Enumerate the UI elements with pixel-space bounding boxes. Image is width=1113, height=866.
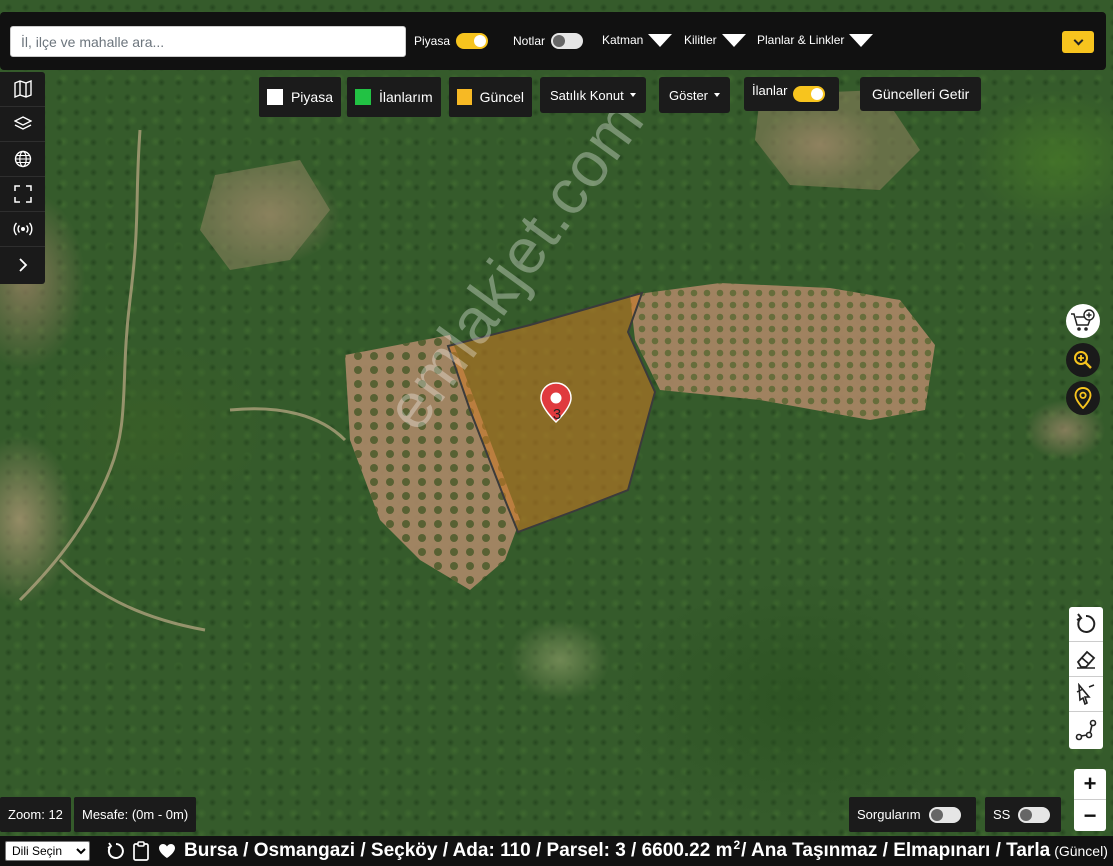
chevron-right-icon [18, 257, 27, 272]
undo-icon [1076, 613, 1096, 633]
sorgularim-toggle[interactable] [928, 806, 961, 823]
legend-ilanlarim-swatch [355, 89, 371, 105]
measure-line-icon [1075, 719, 1097, 740]
legend-ilanlarim[interactable]: İlanlarım [347, 77, 441, 117]
zoom-in-icon [1074, 351, 1092, 369]
measure-point-button[interactable] [1069, 677, 1103, 712]
cart-add-icon [1071, 309, 1095, 331]
heart-icon [159, 844, 175, 858]
satilik-konut-dropdown[interactable]: Satılık Konut [540, 77, 646, 113]
measure-point-icon [1076, 683, 1095, 705]
parcel-address-main: Bursa / Osmangazi / Seçköy / Ada: 110 / … [184, 840, 733, 861]
guncelleri-getir-button[interactable]: Güncelleri Getir [860, 77, 982, 111]
broadcast-button[interactable] [0, 212, 45, 247]
katman-caret-icon [648, 33, 673, 47]
legend-guncel[interactable]: Güncel [449, 77, 532, 117]
planlar-caret-icon [849, 33, 874, 47]
piyasa-toggle-label: Piyasa [414, 34, 451, 48]
ss-label: SS [993, 807, 1011, 822]
legend-piyasa-swatch [267, 89, 283, 105]
parcel-address-note: (Güncel) [1054, 843, 1108, 859]
eraser-button[interactable] [1069, 642, 1103, 677]
legend-guncel-swatch [457, 89, 472, 105]
chevron-down-icon [1073, 35, 1083, 46]
zoom-control: + − [1074, 769, 1106, 831]
notlar-toggle[interactable] [551, 33, 584, 49]
legend-guncel-label: Güncel [479, 89, 524, 105]
map-type-button[interactable] [0, 72, 45, 107]
zoom-in-button[interactable]: + [1074, 769, 1106, 800]
top-bar: Piyasa Notlar Katman Kilitler Planlar & … [0, 12, 1106, 70]
goster-label: Göster [669, 87, 709, 103]
distance-text: Mesafe: (0m - 0m) [82, 807, 189, 822]
language-select[interactable]: Dili Seçin [5, 841, 90, 861]
parcel-address-rest: / Ana Taşınmaz / Elmapınarı / Tarla [741, 840, 1051, 861]
parcel-address-sup: 2 [733, 838, 741, 852]
satilik-konut-caret-icon [629, 93, 636, 97]
refresh-icon [107, 842, 124, 859]
fullscreen-button[interactable] [0, 177, 45, 212]
piyasa-toggle[interactable] [456, 33, 489, 49]
bottom-bar: Dili Seçin Bursa / Osmangazi / Seçköy / … [0, 836, 1113, 866]
kilitler-caret-icon [721, 33, 746, 47]
refresh-button[interactable] [102, 838, 128, 864]
my-location-button[interactable] [1066, 381, 1100, 415]
legend-ilanlarim-label: İlanlarım [379, 89, 433, 105]
zoom-out-button[interactable]: − [1074, 800, 1106, 831]
search-input[interactable] [10, 26, 406, 57]
measure-line-button[interactable] [1069, 712, 1103, 747]
zoom-level-text: Zoom: 12 [8, 807, 63, 822]
legend-piyasa[interactable]: Piyasa [259, 77, 341, 117]
clearing-north [200, 90, 920, 270]
satellite-map[interactable]: 3 emlakjet.com [0, 0, 1113, 866]
sorgularim-toggle-group[interactable]: Sorgularım [849, 797, 976, 832]
kilitler-label: Kilitler [684, 33, 717, 47]
distance-readout: Mesafe: (0m - 0m) [74, 797, 197, 832]
draw-toolbar [1069, 607, 1103, 749]
notlar-toggle-group[interactable]: Notlar [513, 33, 584, 49]
parcel-marker-label: 3 [553, 406, 561, 423]
satilik-konut-label: Satılık Konut [550, 87, 624, 103]
ilanlar-toggle-label: İlanlar [752, 82, 788, 98]
layers-icon [13, 116, 32, 130]
undo-button[interactable] [1069, 607, 1103, 642]
map-icon [13, 80, 32, 98]
notlar-toggle-label: Notlar [513, 34, 546, 48]
globe-button[interactable] [0, 142, 45, 177]
layers-button[interactable] [0, 107, 45, 142]
ss-toggle[interactable] [1018, 806, 1051, 823]
ilanlar-toggle-group[interactable]: İlanlar [744, 77, 840, 111]
zoom-level-readout: Zoom: 12 [0, 797, 71, 832]
clipboard-icon [133, 841, 149, 861]
goster-dropdown[interactable]: Göster [659, 77, 731, 113]
katman-label: Katman [602, 33, 644, 47]
expand-panel-button[interactable] [0, 247, 45, 282]
parcel-address: Bursa / Osmangazi / Seçköy / Ada: 110 / … [184, 838, 1108, 862]
favorite-button[interactable] [154, 838, 180, 864]
globe-icon [14, 150, 31, 168]
goster-caret-icon [714, 93, 721, 97]
location-pin-icon [1074, 387, 1092, 409]
zoom-to-parcel-button[interactable] [1066, 343, 1100, 377]
clearing-east [630, 283, 935, 420]
clipboard-button[interactable] [128, 838, 154, 864]
katman-dropdown[interactable]: Katman [602, 33, 673, 47]
ilanlar-toggle[interactable] [793, 86, 826, 102]
planlar-label: Planlar & Linkler [757, 33, 845, 47]
broadcast-icon [13, 222, 32, 236]
expand-menu-button[interactable] [1062, 31, 1094, 53]
map-overlay: 3 [18, 90, 935, 632]
eraser-icon [1076, 650, 1096, 669]
planlar-dropdown[interactable]: Planlar & Linkler [757, 33, 874, 47]
kilitler-dropdown[interactable]: Kilitler [684, 33, 746, 47]
piyasa-toggle-group[interactable]: Piyasa [414, 33, 489, 49]
fullscreen-icon [13, 185, 32, 203]
guncelleri-getir-label: Güncelleri Getir [872, 86, 970, 102]
left-toolbar [0, 72, 45, 284]
ss-toggle-group[interactable]: SS [985, 797, 1061, 832]
sorgularim-label: Sorgularım [857, 807, 921, 822]
legend-piyasa-label: Piyasa [290, 89, 333, 105]
add-to-cart-button[interactable] [1066, 304, 1100, 338]
